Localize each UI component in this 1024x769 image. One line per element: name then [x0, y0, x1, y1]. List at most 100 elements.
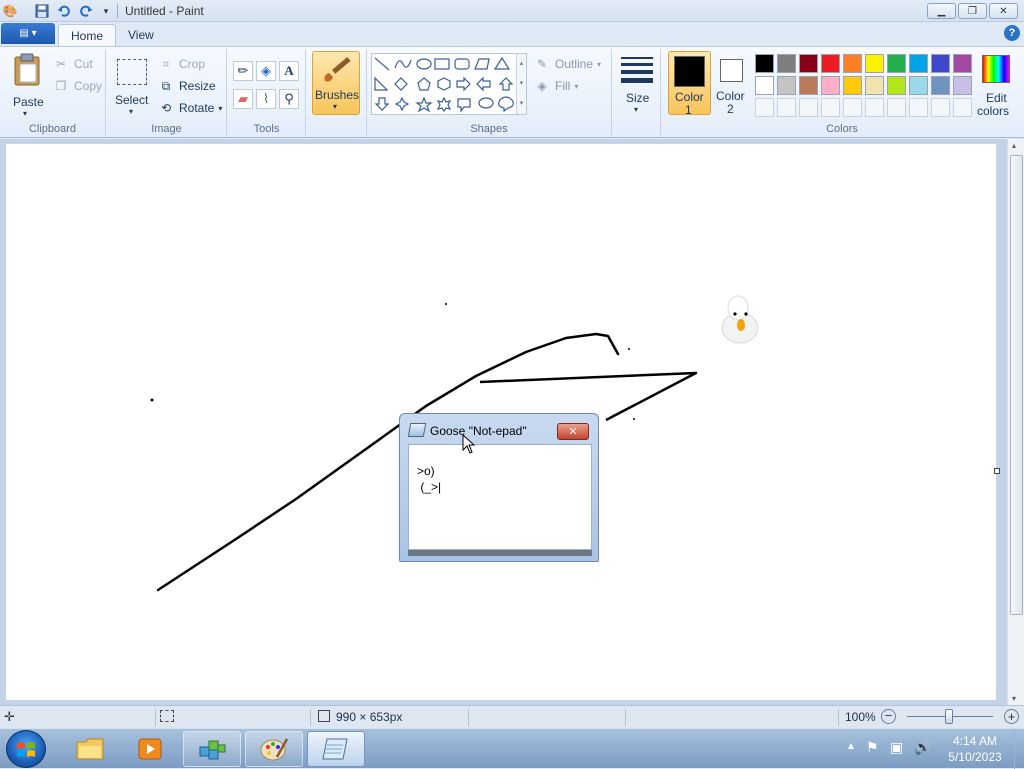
minimize-button[interactable]: ▁	[927, 3, 956, 19]
crop-button[interactable]: ⌗ Crop	[157, 55, 205, 73]
shapes-gallery-scroll[interactable]: ▴ ▾ ▾	[516, 54, 526, 114]
goose-horizontal-scrollbar[interactable]	[408, 550, 592, 556]
color-swatch[interactable]	[931, 54, 950, 73]
color-swatch[interactable]	[799, 54, 818, 73]
ink-dot	[150, 398, 154, 402]
goose-notepad-window[interactable]: Goose "Not-epad" ✕ >o) (_>|	[399, 413, 599, 562]
save-icon[interactable]	[34, 3, 50, 19]
help-icon[interactable]: ?	[1004, 25, 1020, 41]
text-tool-icon[interactable]: A	[279, 61, 299, 81]
scroll-thumb[interactable]	[1010, 155, 1023, 615]
restore-button[interactable]: ❐	[958, 3, 987, 19]
zoom-out-button[interactable]: −	[881, 709, 896, 724]
taskbar-explorer[interactable]	[61, 731, 119, 767]
color-swatch[interactable]	[931, 76, 950, 95]
color-swatch[interactable]	[953, 76, 972, 95]
custom-color-slot[interactable]	[755, 98, 774, 117]
color-swatch[interactable]	[865, 76, 884, 95]
rotate-dropdown-icon[interactable]: ▾	[218, 104, 222, 113]
brush-icon	[324, 57, 351, 82]
color-swatch[interactable]	[821, 76, 840, 95]
custom-color-slot[interactable]	[777, 98, 796, 117]
custom-color-slot[interactable]	[931, 98, 950, 117]
taskbar-paint[interactable]	[245, 731, 303, 767]
paste-button[interactable]: Paste ▾	[8, 53, 46, 118]
outline-button[interactable]: ✎ Outline ▾	[533, 55, 601, 73]
custom-color-slot[interactable]	[865, 98, 884, 117]
size-button[interactable]: Size ▾	[617, 53, 657, 115]
rotate-button[interactable]: ⟲ Rotate ▾	[157, 99, 222, 117]
cut-button[interactable]: ✂ Cut	[52, 55, 93, 73]
taskbar-media-player[interactable]	[121, 731, 179, 767]
color-swatch[interactable]	[843, 54, 862, 73]
resize-button[interactable]: ⧉ Resize	[157, 77, 216, 95]
show-hidden-icons[interactable]: ▲	[846, 741, 856, 752]
desktop-goose[interactable]	[721, 295, 759, 344]
clock[interactable]: 4:14 AM 5/10/2023	[940, 733, 1010, 765]
color-picker-icon[interactable]: ⌇	[256, 89, 276, 109]
paint-app-icon[interactable]: 🎨	[2, 3, 18, 19]
color-swatch[interactable]	[887, 76, 906, 95]
select-dropdown-icon[interactable]: ▾	[129, 107, 133, 116]
paint-palette-icon	[260, 738, 289, 761]
custom-color-slot[interactable]	[887, 98, 906, 117]
goose-close-button[interactable]: ✕	[557, 423, 589, 440]
color-swatch[interactable]	[843, 76, 862, 95]
select-button[interactable]: Select ▾	[113, 53, 151, 116]
zoom-in-button[interactable]: +	[1004, 709, 1019, 724]
taskbar-app-3[interactable]	[183, 731, 241, 767]
tab-view[interactable]: View	[116, 24, 166, 46]
goose-text-area[interactable]: >o) (_>|	[408, 444, 592, 550]
brushes-dropdown-icon[interactable]: ▾	[333, 102, 337, 111]
color-swatch[interactable]	[777, 76, 796, 95]
fill-button[interactable]: ◈ Fill ▾	[533, 77, 578, 95]
undo-icon[interactable]	[56, 3, 72, 19]
custom-color-slot[interactable]	[843, 98, 862, 117]
color-swatch[interactable]	[887, 54, 906, 73]
color1-button[interactable]: Color 1	[668, 51, 711, 117]
brushes-button[interactable]: Brushes ▾	[312, 51, 360, 115]
custom-color-slot[interactable]	[909, 98, 928, 117]
taskbar-notepad[interactable]	[307, 731, 365, 767]
selection-size-icon	[160, 710, 174, 722]
color1-swatch	[674, 56, 705, 87]
color-swatch[interactable]	[821, 54, 840, 73]
copy-button[interactable]: ❐ Copy	[52, 77, 102, 95]
scroll-down-icon[interactable]: ▾	[1012, 694, 1016, 703]
color-swatch[interactable]	[755, 76, 774, 95]
scroll-up-icon[interactable]: ▴	[1012, 141, 1016, 150]
color-swatch[interactable]	[909, 76, 928, 95]
magnifier-icon[interactable]: ⚲	[279, 89, 299, 109]
redo-icon[interactable]	[78, 3, 94, 19]
vertical-scrollbar[interactable]: ▴ ▾	[1007, 139, 1024, 705]
color-swatch[interactable]	[865, 54, 884, 73]
show-desktop-button[interactable]	[1014, 729, 1024, 769]
color2-button[interactable]: Color 2	[714, 51, 750, 116]
action-center-flag-icon[interactable]: ⚑	[866, 739, 879, 756]
pencil-icon[interactable]: ✏	[233, 61, 253, 81]
color-swatch[interactable]	[777, 54, 796, 73]
close-button[interactable]: ✕	[989, 3, 1018, 19]
shapes-gallery[interactable]: ▴ ▾ ▾	[371, 53, 527, 115]
color-swatch[interactable]	[953, 54, 972, 73]
tab-home[interactable]: Home	[58, 24, 117, 46]
start-button[interactable]	[6, 730, 46, 768]
eraser-icon[interactable]: ▰	[233, 89, 253, 109]
zoom-slider-thumb[interactable]	[945, 709, 953, 724]
color-swatch[interactable]	[909, 54, 928, 73]
custom-color-slot[interactable]	[799, 98, 818, 117]
fill-bucket-icon[interactable]: ◈	[256, 61, 276, 81]
paste-dropdown-icon[interactable]: ▾	[23, 109, 27, 118]
network-icon[interactable]: ▣	[890, 739, 903, 756]
color2-label: Color	[716, 89, 745, 103]
size-dropdown-icon[interactable]: ▾	[634, 105, 638, 114]
custom-color-slot[interactable]	[953, 98, 972, 117]
customize-quick-access-icon[interactable]: ▾	[98, 3, 114, 19]
edit-colors-button[interactable]: Edit colors	[974, 53, 1018, 118]
custom-color-slot[interactable]	[821, 98, 840, 117]
canvas-resize-handle-right[interactable]	[994, 468, 1000, 474]
color-swatch[interactable]	[755, 54, 774, 73]
color-swatch[interactable]	[799, 76, 818, 95]
volume-icon[interactable]: 🔊	[914, 739, 931, 756]
file-menu-button[interactable]: ▤ ▾	[1, 23, 55, 44]
